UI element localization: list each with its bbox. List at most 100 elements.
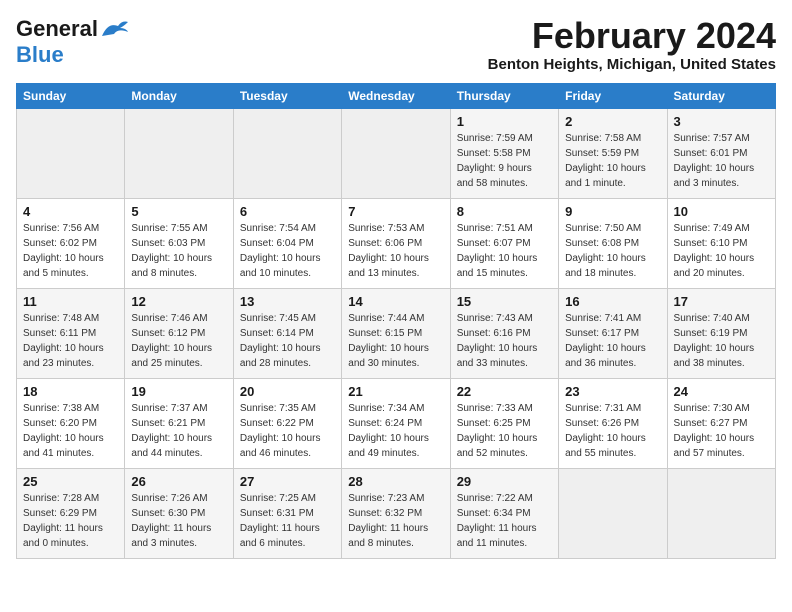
- day-info: Sunrise: 7:54 AM Sunset: 6:04 PM Dayligh…: [240, 221, 335, 281]
- day-number: 16: [565, 294, 660, 309]
- day-info: Sunrise: 7:37 AM Sunset: 6:21 PM Dayligh…: [131, 401, 226, 461]
- day-number: 23: [565, 384, 660, 399]
- logo-bird-icon: [100, 18, 130, 40]
- day-number: 18: [23, 384, 118, 399]
- day-info: Sunrise: 7:45 AM Sunset: 6:14 PM Dayligh…: [240, 311, 335, 371]
- day-info: Sunrise: 7:34 AM Sunset: 6:24 PM Dayligh…: [348, 401, 443, 461]
- calendar-cell: 27 Sunrise: 7:25 AM Sunset: 6:31 PM Dayli…: [233, 468, 341, 558]
- day-number: 20: [240, 384, 335, 399]
- day-info: Sunrise: 7:38 AM Sunset: 6:20 PM Dayligh…: [23, 401, 118, 461]
- day-number: 15: [457, 294, 552, 309]
- day-number: 21: [348, 384, 443, 399]
- day-info: Sunrise: 7:30 AM Sunset: 6:27 PM Dayligh…: [674, 401, 769, 461]
- calendar-week-row: 1 Sunrise: 7:59 AM Sunset: 5:58 PM Daylig…: [17, 108, 776, 198]
- calendar-cell: 13 Sunrise: 7:45 AM Sunset: 6:14 PM Dayli…: [233, 288, 341, 378]
- calendar-cell: 2Sunrise: 7:58 AM Sunset: 5:59 PM Daylig…: [559, 108, 667, 198]
- logo: General Blue: [16, 16, 130, 68]
- calendar-cell: 23 Sunrise: 7:31 AM Sunset: 6:26 PM Dayli…: [559, 378, 667, 468]
- day-info: Sunrise: 7:33 AM Sunset: 6:25 PM Dayligh…: [457, 401, 552, 461]
- day-info: Sunrise: 7:53 AM Sunset: 6:06 PM Dayligh…: [348, 221, 443, 281]
- day-number: 27: [240, 474, 335, 489]
- col-header-friday: Friday: [559, 83, 667, 108]
- calendar-cell: 4Sunrise: 7:56 AM Sunset: 6:02 PM Daylig…: [17, 198, 125, 288]
- day-info: Sunrise: 7:22 AM Sunset: 6:34 PM Dayligh…: [457, 491, 552, 551]
- day-number: 19: [131, 384, 226, 399]
- day-number: 28: [348, 474, 443, 489]
- calendar-cell: 12 Sunrise: 7:46 AM Sunset: 6:12 PM Dayli…: [125, 288, 233, 378]
- calendar-cell: 18 Sunrise: 7:38 AM Sunset: 6:20 PM Dayli…: [17, 378, 125, 468]
- title-block: February 2024 Benton Heights, Michigan, …: [488, 16, 776, 73]
- calendar-cell: 17 Sunrise: 7:40 AM Sunset: 6:19 PM Dayli…: [667, 288, 775, 378]
- day-number: 3: [674, 114, 769, 129]
- day-info: Sunrise: 7:35 AM Sunset: 6:22 PM Dayligh…: [240, 401, 335, 461]
- calendar-cell: 6 Sunrise: 7:54 AM Sunset: 6:04 PM Daylig…: [233, 198, 341, 288]
- day-number: 7: [348, 204, 443, 219]
- calendar-cell: [667, 468, 775, 558]
- calendar-cell: 25Sunrise: 7:28 AM Sunset: 6:29 PM Dayli…: [17, 468, 125, 558]
- day-number: 13: [240, 294, 335, 309]
- day-info: Sunrise: 7:31 AM Sunset: 6:26 PM Dayligh…: [565, 401, 660, 461]
- subtitle: Benton Heights, Michigan, United States: [488, 56, 776, 73]
- calendar-cell: 10 Sunrise: 7:49 AM Sunset: 6:10 PM Dayli…: [667, 198, 775, 288]
- calendar-cell: 29 Sunrise: 7:22 AM Sunset: 6:34 PM Dayli…: [450, 468, 558, 558]
- day-info: Sunrise: 7:26 AM Sunset: 6:30 PM Dayligh…: [131, 491, 226, 551]
- day-info: Sunrise: 7:28 AM Sunset: 6:29 PM Dayligh…: [23, 491, 118, 551]
- col-header-sunday: Sunday: [17, 83, 125, 108]
- calendar-cell: 21 Sunrise: 7:34 AM Sunset: 6:24 PM Dayli…: [342, 378, 450, 468]
- day-number: 6: [240, 204, 335, 219]
- day-info: Sunrise: 7:40 AM Sunset: 6:19 PM Dayligh…: [674, 311, 769, 371]
- day-info: Sunrise: 7:49 AM Sunset: 6:10 PM Dayligh…: [674, 221, 769, 281]
- col-header-wednesday: Wednesday: [342, 83, 450, 108]
- calendar-cell: [125, 108, 233, 198]
- calendar-cell: 20 Sunrise: 7:35 AM Sunset: 6:22 PM Dayli…: [233, 378, 341, 468]
- calendar-cell: 22 Sunrise: 7:33 AM Sunset: 6:25 PM Dayli…: [450, 378, 558, 468]
- day-info: Sunrise: 7:51 AM Sunset: 6:07 PM Dayligh…: [457, 221, 552, 281]
- calendar-cell: 8 Sunrise: 7:51 AM Sunset: 6:07 PM Daylig…: [450, 198, 558, 288]
- col-header-thursday: Thursday: [450, 83, 558, 108]
- day-number: 26: [131, 474, 226, 489]
- calendar-table: SundayMondayTuesdayWednesdayThursdayFrid…: [16, 83, 776, 559]
- day-number: 11: [23, 294, 118, 309]
- day-number: 22: [457, 384, 552, 399]
- calendar-cell: 28 Sunrise: 7:23 AM Sunset: 6:32 PM Dayli…: [342, 468, 450, 558]
- calendar-cell: 9Sunrise: 7:50 AM Sunset: 6:08 PM Daylig…: [559, 198, 667, 288]
- day-info: Sunrise: 7:59 AM Sunset: 5:58 PM Dayligh…: [457, 131, 552, 191]
- day-info: Sunrise: 7:55 AM Sunset: 6:03 PM Dayligh…: [131, 221, 226, 281]
- day-info: Sunrise: 7:23 AM Sunset: 6:32 PM Dayligh…: [348, 491, 443, 551]
- day-info: Sunrise: 7:43 AM Sunset: 6:16 PM Dayligh…: [457, 311, 552, 371]
- day-number: 17: [674, 294, 769, 309]
- calendar-week-row: 4Sunrise: 7:56 AM Sunset: 6:02 PM Daylig…: [17, 198, 776, 288]
- day-number: 24: [674, 384, 769, 399]
- col-header-monday: Monday: [125, 83, 233, 108]
- calendar-week-row: 18 Sunrise: 7:38 AM Sunset: 6:20 PM Dayli…: [17, 378, 776, 468]
- calendar-cell: 1 Sunrise: 7:59 AM Sunset: 5:58 PM Daylig…: [450, 108, 558, 198]
- day-info: Sunrise: 7:58 AM Sunset: 5:59 PM Dayligh…: [565, 131, 660, 191]
- logo-text-general: General: [16, 16, 98, 42]
- calendar-cell: 14Sunrise: 7:44 AM Sunset: 6:15 PM Dayli…: [342, 288, 450, 378]
- calendar-cell: [17, 108, 125, 198]
- day-number: 5: [131, 204, 226, 219]
- col-header-tuesday: Tuesday: [233, 83, 341, 108]
- page-header: General Blue February 2024 Benton Height…: [16, 16, 776, 73]
- calendar-cell: 15 Sunrise: 7:43 AM Sunset: 6:16 PM Dayli…: [450, 288, 558, 378]
- calendar-cell: [233, 108, 341, 198]
- day-number: 10: [674, 204, 769, 219]
- day-number: 1: [457, 114, 552, 129]
- day-info: Sunrise: 7:46 AM Sunset: 6:12 PM Dayligh…: [131, 311, 226, 371]
- day-info: Sunrise: 7:57 AM Sunset: 6:01 PM Dayligh…: [674, 131, 769, 191]
- calendar-cell: 24 Sunrise: 7:30 AM Sunset: 6:27 PM Dayli…: [667, 378, 775, 468]
- calendar-header-row: SundayMondayTuesdayWednesdayThursdayFrid…: [17, 83, 776, 108]
- day-number: 29: [457, 474, 552, 489]
- day-number: 8: [457, 204, 552, 219]
- day-info: Sunrise: 7:44 AM Sunset: 6:15 PM Dayligh…: [348, 311, 443, 371]
- calendar-cell: 19 Sunrise: 7:37 AM Sunset: 6:21 PM Dayli…: [125, 378, 233, 468]
- calendar-week-row: 11Sunrise: 7:48 AM Sunset: 6:11 PM Dayli…: [17, 288, 776, 378]
- calendar-cell: 26 Sunrise: 7:26 AM Sunset: 6:30 PM Dayli…: [125, 468, 233, 558]
- day-number: 12: [131, 294, 226, 309]
- day-info: Sunrise: 7:50 AM Sunset: 6:08 PM Dayligh…: [565, 221, 660, 281]
- calendar-cell: 5 Sunrise: 7:55 AM Sunset: 6:03 PM Daylig…: [125, 198, 233, 288]
- day-info: Sunrise: 7:25 AM Sunset: 6:31 PM Dayligh…: [240, 491, 335, 551]
- day-info: Sunrise: 7:41 AM Sunset: 6:17 PM Dayligh…: [565, 311, 660, 371]
- calendar-cell: 7 Sunrise: 7:53 AM Sunset: 6:06 PM Daylig…: [342, 198, 450, 288]
- calendar-cell: 11Sunrise: 7:48 AM Sunset: 6:11 PM Dayli…: [17, 288, 125, 378]
